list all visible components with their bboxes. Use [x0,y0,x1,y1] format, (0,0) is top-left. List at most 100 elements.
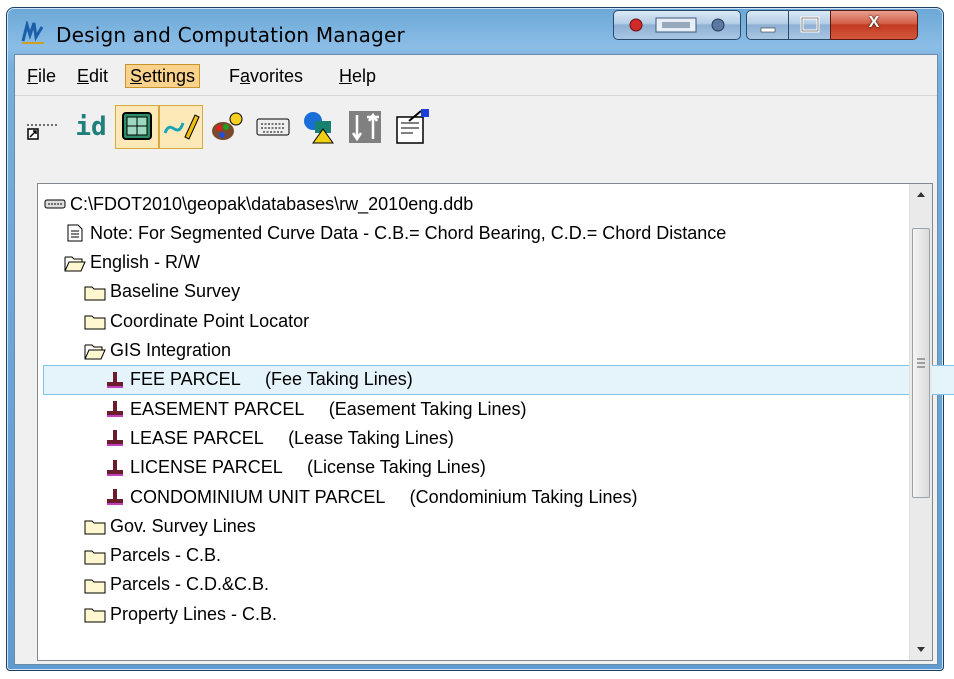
tree-item[interactable]: Gov. Survey Lines [84,512,902,540]
menu-settings-mnemonic: S [130,66,143,86]
keyboard-icon [256,118,290,136]
tree-item-label: Coordinate Point Locator [110,310,310,331]
scroll-thumb[interactable] [912,228,930,498]
scroll-up-icon [917,192,925,197]
display-tool-icon [122,112,152,140]
menu-settings[interactable]: Settings [125,64,201,88]
minimize-button[interactable] [746,10,790,40]
tree-item-label: Note: For Segmented Curve Data - C.B.= C… [90,222,727,243]
design-draw-icon [163,114,200,140]
tree-item[interactable]: LEASE PARCEL (Lease Taking Lines) [104,424,894,452]
extra-window-controls[interactable] [613,10,741,40]
palette-button[interactable] [205,105,249,149]
shapes-button[interactable] [297,105,341,149]
folder-icon [84,605,106,623]
tree-item[interactable]: Parcels - C.D.&C.B. [84,571,902,599]
keyboard-button[interactable] [251,105,295,149]
place-tool-button[interactable] [21,105,65,149]
tree-item[interactable]: EASEMENT PARCEL (Easement Taking Lines) [104,395,894,423]
menu-favorites-mnemonic: a [240,66,251,86]
menu-edit-mnemonic: E [77,66,90,86]
scroll-down-button[interactable] [910,638,932,660]
tree-item[interactable]: GIS Integration [84,337,902,365]
tree-item-label: Parcels - C.D.&C.B. [110,574,270,595]
tree-item-label: GIS Integration [110,340,232,360]
tree-item-label: Property Lines - C.B. [110,603,278,624]
folder-open-icon [64,254,86,272]
maximize-button[interactable] [788,10,832,40]
folder-icon [84,547,106,565]
tree-item-label: LEASE PARCEL (Lease Taking Lines) [130,427,454,448]
tree-item-label: CONDOMINIUM UNIT PARCEL (Condominium Tak… [130,486,638,507]
menu-edit[interactable]: Edit [73,65,112,87]
tree-item-label: C:\FDOT2010\geopak\databases\rw_2010eng.… [70,193,474,214]
item-icon [104,371,126,389]
database-icon [44,195,66,213]
menu-file-mnemonic: F [27,66,38,86]
app-icon [21,21,44,44]
menu-settings-rest: ettings [142,66,196,86]
design-draw-button[interactable] [159,105,203,149]
close-button[interactable]: X [830,10,918,40]
tree-item[interactable]: Property Lines - C.B. [84,600,902,628]
item-icon [104,488,126,506]
tree-item[interactable]: Note: For Segmented Curve Data - C.B.= C… [64,219,902,247]
folder-icon [84,576,106,594]
shapes-icon [304,112,334,144]
close-icon: X [868,14,880,31]
display-tool-button[interactable] [115,105,159,149]
app-window: Design and Computation Manager X File Ed… [6,7,954,671]
menu-favorites-pre: F [229,66,240,86]
folder-icon [84,312,106,330]
palette-icon [212,112,243,140]
vertical-scrollbar[interactable] [909,184,932,660]
place-tool-icon [27,124,59,140]
tree-item[interactable]: Coordinate Point Locator [84,307,902,335]
tree-view[interactable]: Property Lines - C.B. Parcels - C.D.&C.B.… [37,183,954,661]
tree-item[interactable]: FEE PARCEL (Fee Taking Lines) [43,364,954,395]
tree-item[interactable]: Baseline Survey [84,278,902,306]
id-tool-icon: id [75,112,107,142]
maximize-icon [800,16,820,33]
item-icon [104,459,126,477]
toolbar: id [15,97,937,159]
settings-icon [396,109,429,144]
grip-icon [917,358,925,368]
tree-item[interactable]: C:\FDOT2010\geopak\databases\rw_2010eng.… [44,190,902,218]
id-tool-button[interactable]: id [69,105,113,149]
menu-edit-rest: dit [89,66,109,86]
menu-file-rest: ile [38,66,57,86]
title-bar[interactable]: Design and Computation Manager X [6,7,944,53]
note-icon [64,224,86,242]
tree-item[interactable]: CONDOMINIUM UNIT PARCEL (Condominium Tak… [104,483,894,511]
tree-item[interactable]: English - R/W [64,249,902,277]
tree-item[interactable]: LICENSE PARCEL (License Taking Lines) [104,454,894,482]
tree-item-label: FEE PARCEL (Fee Taking Lines) [130,369,413,390]
menu-favorites-rest: vorites [250,66,304,86]
tree-item-label: LICENSE PARCEL (License Taking Lines) [130,457,486,478]
settings-button[interactable] [389,105,433,149]
tree-item-label: EASEMENT PARCEL (Easement Taking Lines) [130,398,527,419]
client-area: File Edit Settings Favorites Help id Pro… [14,54,954,665]
matchline-icon [349,111,381,143]
menu-help-rest: elp [352,66,377,86]
tree-item-label: English - R/W [90,252,201,273]
tree-item-label: Gov. Survey Lines [110,515,256,536]
matchline-button[interactable] [343,105,387,149]
item-icon [104,429,126,447]
menu-help[interactable]: Help [335,65,380,87]
folder-icon [84,517,106,535]
item-icon [104,400,126,418]
tree-item-label: Parcels - C.B. [110,545,222,566]
folder-icon [84,283,106,301]
scroll-down-icon [917,647,925,652]
minimize-icon [760,27,776,33]
tree-item-label: Baseline Survey [110,281,241,302]
window-title: Design and Computation Manager [56,23,405,47]
menu-favorites[interactable]: Favorites [225,65,307,87]
scroll-up-button[interactable] [910,184,932,206]
menu-file[interactable]: File [23,65,60,87]
tree-item[interactable]: Parcels - C.B. [84,542,902,570]
folder-open-icon [84,342,106,360]
menu-help-mnemonic: H [339,66,352,86]
